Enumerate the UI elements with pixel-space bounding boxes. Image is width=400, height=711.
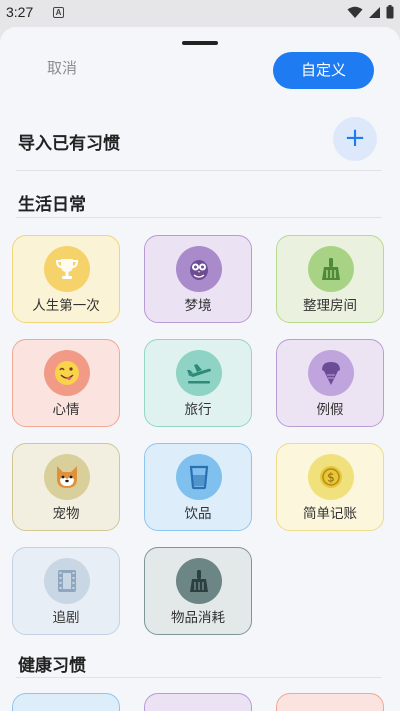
habit-grid-daily: 人生第一次 梦境 整理房间 心情 旅行 例假 宠物 饮品 $ 简单记账 追剧 物… <box>12 235 384 635</box>
habit-card[interactable]: $ 简单记账 <box>276 443 384 531</box>
icon-circle <box>176 454 222 500</box>
habit-card-partial[interactable] <box>276 693 384 711</box>
divider <box>16 677 382 678</box>
cancel-button[interactable]: 取消 <box>47 57 77 78</box>
emoji-icon <box>55 361 79 385</box>
divider <box>16 217 382 218</box>
icon-circle <box>308 350 354 396</box>
habit-label: 例假 <box>316 402 344 418</box>
habit-label: 追剧 <box>52 610 80 626</box>
bottom-sheet: 取消 自定义 导入已有习惯 + 生活日常 人生第一次 梦境 整理房间 心情 旅行… <box>0 27 400 711</box>
habit-card[interactable]: 梦境 <box>144 235 252 323</box>
habit-label: 宠物 <box>52 506 80 522</box>
shiba-icon <box>57 466 77 488</box>
broom-dark-icon <box>190 570 208 592</box>
film-icon <box>58 570 76 592</box>
status-time: 3:27 <box>6 4 34 20</box>
habit-card-partial[interactable] <box>12 693 120 711</box>
custom-button[interactable]: 自定义 <box>273 52 374 89</box>
broom-icon <box>322 258 340 280</box>
habit-card[interactable]: 物品消耗 <box>144 547 252 635</box>
icon-circle <box>308 246 354 292</box>
drag-handle[interactable] <box>182 41 218 45</box>
habit-card[interactable]: 例假 <box>276 339 384 427</box>
habit-label: 人生第一次 <box>32 298 100 314</box>
icecream-icon <box>322 362 340 385</box>
airplane-icon <box>187 364 211 384</box>
icon-circle <box>44 350 90 396</box>
habit-card[interactable]: 人生第一次 <box>12 235 120 323</box>
owl-icon <box>190 260 208 280</box>
status-bar: 3:27 A <box>0 0 400 26</box>
coin-icon: $ <box>320 466 342 488</box>
habit-card[interactable]: 宠物 <box>12 443 120 531</box>
icon-circle: $ <box>308 454 354 500</box>
icon-circle <box>176 558 222 604</box>
habit-label: 梦境 <box>184 298 212 314</box>
import-row[interactable]: 导入已有习惯 + <box>0 117 400 163</box>
habit-label: 心情 <box>52 402 80 418</box>
habit-label: 整理房间 <box>303 298 357 314</box>
habit-grid-health <box>12 693 384 711</box>
habit-card[interactable]: 饮品 <box>144 443 252 531</box>
section-title-daily: 生活日常 <box>18 195 86 215</box>
battery-icon <box>386 5 394 19</box>
habit-label: 旅行 <box>184 402 212 418</box>
habit-card-partial[interactable] <box>144 693 252 711</box>
divider <box>16 170 382 171</box>
notification-icon: A <box>53 7 64 18</box>
add-import-button[interactable]: + <box>333 117 377 161</box>
signal-icon <box>369 6 380 18</box>
habit-label: 简单记账 <box>303 506 357 522</box>
habit-label: 物品消耗 <box>171 610 225 626</box>
habit-card[interactable]: 旅行 <box>144 339 252 427</box>
cup-icon <box>189 465 209 490</box>
habit-card[interactable]: 追剧 <box>12 547 120 635</box>
icon-circle <box>176 246 222 292</box>
habit-card[interactable]: 心情 <box>12 339 120 427</box>
habit-card[interactable]: 整理房间 <box>276 235 384 323</box>
icon-circle <box>44 454 90 500</box>
habit-label: 饮品 <box>184 506 212 522</box>
icon-circle <box>44 246 90 292</box>
section-title-health: 健康习惯 <box>18 656 86 676</box>
icon-circle <box>44 558 90 604</box>
import-title: 导入已有习惯 <box>18 134 120 154</box>
svg-text:$: $ <box>327 471 335 485</box>
plus-icon: + <box>344 123 366 153</box>
trophy-icon <box>55 259 79 279</box>
wifi-icon <box>347 6 363 18</box>
icon-circle <box>176 350 222 396</box>
